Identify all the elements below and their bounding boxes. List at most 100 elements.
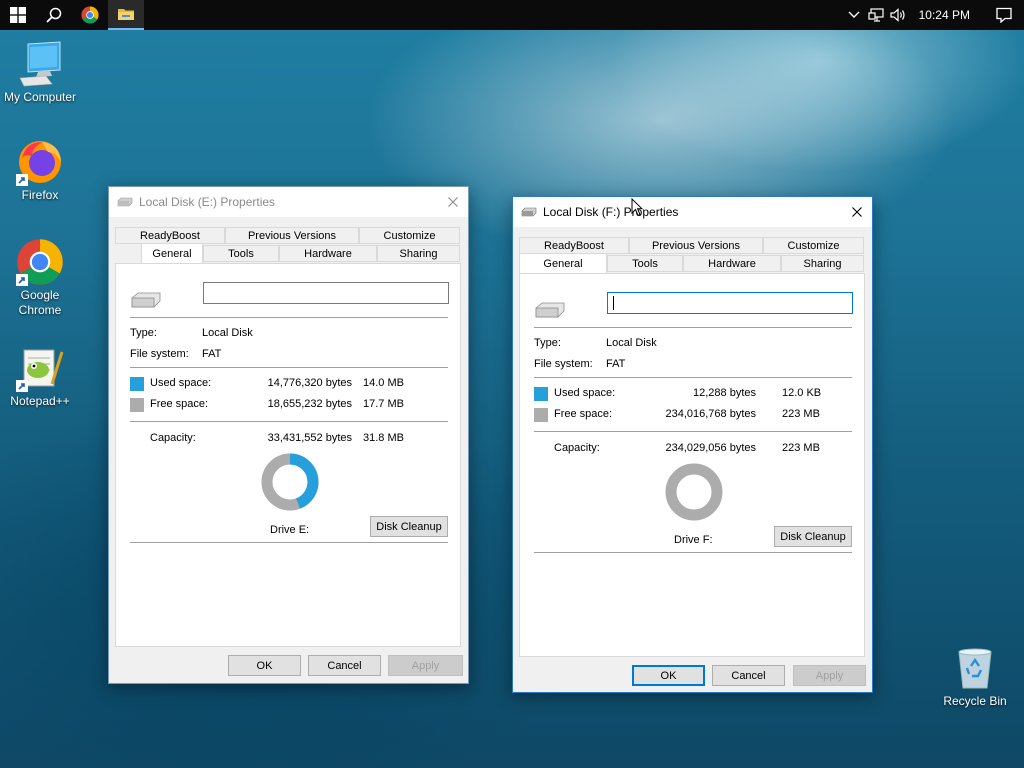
mouse-pointer-icon [631, 198, 643, 217]
tab-sharing[interactable]: Sharing [781, 255, 864, 272]
dialog-titlebar[interactable]: Local Disk (F:) Properties [513, 197, 872, 227]
close-button[interactable] [438, 187, 468, 217]
desktop-icon-firefox[interactable]: Firefox [0, 138, 80, 203]
ok-button[interactable]: OK [228, 655, 301, 676]
action-center-icon [996, 7, 1012, 23]
desktop-icon-my-computer[interactable]: My Computer [0, 40, 80, 105]
capacity-label: Capacity: [150, 432, 196, 444]
action-center-button[interactable] [984, 0, 1024, 30]
tab-previous-versions[interactable]: Previous Versions [629, 237, 763, 254]
apply-button[interactable]: Apply [388, 655, 463, 676]
drive-icon [131, 292, 161, 308]
capacity-size: 223 MB [782, 442, 820, 454]
general-panel: Type: Local Disk File system: FAT Used s… [115, 263, 461, 647]
clock[interactable]: 10:24 PM [909, 8, 984, 22]
tab-customize[interactable]: Customize [359, 227, 460, 244]
desktop-icon-label: Recycle Bin [943, 694, 1007, 708]
ok-button[interactable]: OK [632, 665, 705, 686]
tab-hardware[interactable]: Hardware [279, 245, 377, 262]
shortcut-arrow-icon [16, 174, 28, 186]
file-system-label: File system: [130, 348, 189, 360]
type-value: Local Disk [202, 327, 253, 339]
separator [130, 542, 448, 543]
show-hidden-icons-button[interactable] [843, 0, 865, 30]
dialog-title: Local Disk (F:) Properties [543, 205, 679, 219]
type-value: Local Disk [606, 337, 657, 349]
separator [130, 421, 448, 422]
chrome-icon [81, 6, 99, 24]
dialog-titlebar[interactable]: Local Disk (E:) Properties [109, 187, 468, 217]
type-label: Type: [534, 337, 561, 349]
separator [534, 431, 852, 432]
dialog-title: Local Disk (E:) Properties [139, 195, 276, 209]
taskbar-file-explorer-button[interactable] [108, 0, 144, 30]
notepad-plus-plus-icon [16, 344, 64, 392]
drive-icon [521, 207, 537, 217]
tab-general[interactable]: General [519, 253, 607, 273]
capacity-bytes: 234,029,056 bytes [665, 442, 756, 454]
system-tray: 10:24 PM [843, 0, 1024, 30]
volume-icon [890, 8, 905, 22]
text-cursor [613, 296, 614, 310]
tab-readyboost[interactable]: ReadyBoost [519, 237, 629, 254]
desktop-icon-label: Notepad++ [10, 394, 70, 408]
file-system-value: FAT [606, 358, 626, 370]
disk-cleanup-button[interactable]: Disk Cleanup [370, 516, 448, 537]
apply-button[interactable]: Apply [793, 665, 866, 686]
disk-cleanup-button[interactable]: Disk Cleanup [774, 526, 852, 547]
drive-icon [117, 197, 133, 207]
separator [534, 327, 852, 328]
used-space-swatch [130, 377, 144, 391]
desktop-icon-recycle-bin[interactable]: Recycle Bin [935, 644, 1015, 709]
tab-sharing[interactable]: Sharing [377, 245, 460, 262]
volume-label-input[interactable] [607, 292, 853, 314]
volume-label-input[interactable] [203, 282, 449, 304]
free-space-size: 223 MB [782, 408, 820, 420]
tab-customize[interactable]: Customize [763, 237, 864, 254]
network-button[interactable] [865, 0, 887, 30]
volume-button[interactable] [887, 0, 909, 30]
close-icon [448, 197, 458, 207]
free-space-label: Free space: [150, 398, 209, 410]
shortcut-arrow-icon [16, 380, 28, 392]
tab-previous-versions[interactable]: Previous Versions [225, 227, 359, 244]
used-space-bytes: 12,288 bytes [693, 387, 756, 399]
tab-strip: ReadyBoost Previous Versions Customize G… [115, 217, 462, 263]
used-space-label: Used space: [150, 377, 212, 389]
desktop-icon-notepad-plus-plus[interactable]: Notepad++ [0, 344, 80, 409]
used-space-swatch [534, 387, 548, 401]
type-label: Type: [130, 327, 157, 339]
close-button[interactable] [842, 197, 872, 227]
separator [534, 377, 852, 378]
tab-tools[interactable]: Tools [203, 245, 279, 262]
file-explorer-icon [118, 9, 134, 20]
used-space-size: 14.0 MB [363, 377, 404, 389]
free-space-label: Free space: [554, 408, 613, 420]
drive-letter-label: Drive E: [270, 524, 310, 536]
separator [130, 317, 448, 318]
search-icon [46, 7, 62, 23]
capacity-label: Capacity: [554, 442, 600, 454]
desktop-icon-label: My Computer [3, 90, 77, 104]
tab-tools[interactable]: Tools [607, 255, 683, 272]
used-space-bytes: 14,776,320 bytes [267, 377, 352, 389]
free-space-size: 17.7 MB [363, 398, 404, 410]
properties-dialog-e: Local Disk (E:) Properties ReadyBoost Pr… [108, 186, 469, 684]
capacity-size: 31.8 MB [363, 432, 404, 444]
properties-dialog-f: Local Disk (F:) Properties ReadyBoost Pr… [512, 196, 873, 693]
tab-general[interactable]: General [141, 243, 203, 263]
tab-readyboost[interactable]: ReadyBoost [115, 227, 225, 244]
tab-strip: ReadyBoost Previous Versions Customize G… [519, 227, 866, 273]
free-space-ring [665, 463, 723, 521]
tab-hardware[interactable]: Hardware [683, 255, 781, 272]
computer-icon [16, 40, 64, 88]
start-button[interactable] [0, 0, 36, 30]
cancel-button[interactable]: Cancel [308, 655, 381, 676]
capacity-bytes: 33,431,552 bytes [267, 432, 352, 444]
desktop-icon-google-chrome[interactable]: Google Chrome [0, 238, 80, 318]
search-button[interactable] [36, 0, 72, 30]
taskbar: 10:24 PM [0, 0, 1024, 30]
cancel-button[interactable]: Cancel [712, 665, 785, 686]
general-panel: Type: Local Disk File system: FAT Used s… [519, 273, 865, 657]
taskbar-chrome-button[interactable] [72, 0, 108, 30]
